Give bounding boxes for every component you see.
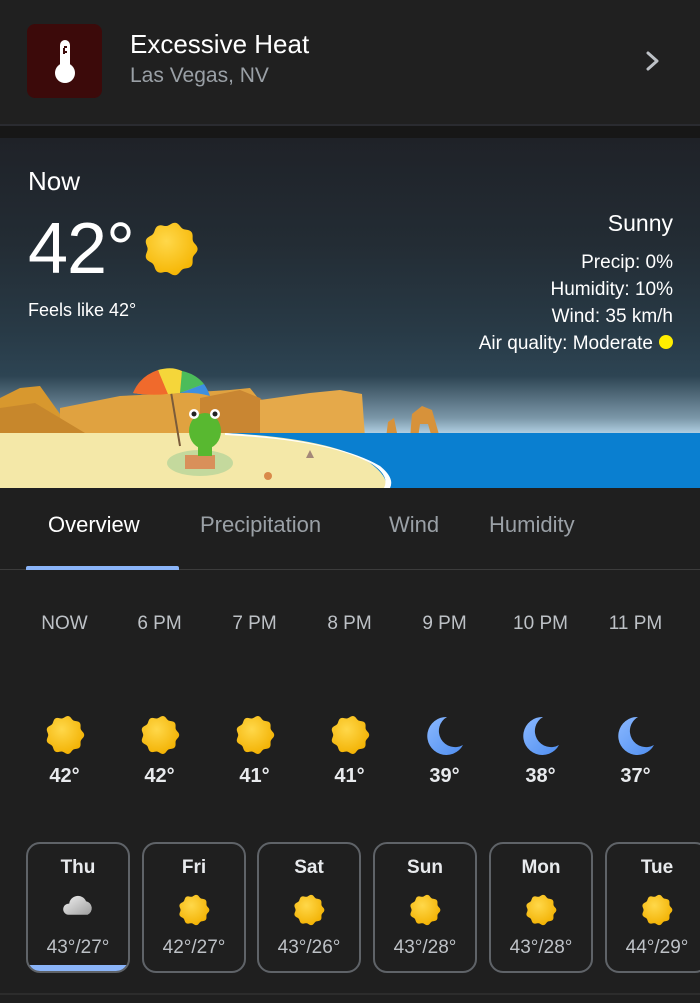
day-name: Tue bbox=[640, 857, 674, 878]
daily-card-sun[interactable]: Sun 43°/28° bbox=[373, 842, 477, 973]
humidity-stat: Humidity: 10% bbox=[550, 279, 674, 300]
day-temps: 43°/26° bbox=[277, 937, 341, 958]
sun-icon bbox=[141, 716, 179, 754]
wind-stat: Wind: 35 km/h bbox=[551, 306, 673, 327]
current-conditions: Now 42° Feels like 42° Sunny Precip: 0% … bbox=[0, 138, 700, 488]
sun-icon bbox=[145, 222, 198, 276]
sun-icon bbox=[294, 894, 325, 926]
sun-icon bbox=[526, 894, 557, 926]
day-name: Sun bbox=[407, 857, 443, 878]
day-temps: 42°/27° bbox=[162, 937, 226, 958]
precip-stat: Precip: 0% bbox=[581, 252, 673, 273]
moon-icon bbox=[522, 716, 559, 755]
section-divider bbox=[0, 124, 700, 138]
day-icon bbox=[259, 894, 359, 926]
bottom-divider bbox=[0, 993, 700, 995]
day-name: Sat bbox=[294, 857, 324, 878]
hour-icon bbox=[588, 715, 683, 755]
daily-forecast: Thu 43°/27° Fri 42°/27° Sat 43°/26° Sun … bbox=[0, 830, 700, 990]
hour-time: 10 PM bbox=[513, 613, 568, 634]
sun-icon bbox=[331, 716, 369, 754]
day-name: Mon bbox=[521, 857, 561, 878]
day-icon bbox=[491, 894, 591, 926]
feels-like: Feels like 42° bbox=[28, 300, 137, 320]
hour-icon bbox=[112, 715, 207, 755]
sun-icon bbox=[642, 894, 673, 926]
daily-card-tue[interactable]: Tue 44°/29° bbox=[605, 842, 700, 973]
beach-illustration bbox=[0, 368, 700, 488]
alert-icon-badge bbox=[27, 24, 102, 98]
hour-icon bbox=[493, 715, 588, 755]
alert-location: Las Vegas, NV bbox=[130, 64, 269, 87]
day-icon bbox=[375, 894, 475, 926]
hour-time: 6 PM bbox=[137, 613, 182, 634]
day-temps: 44°/29° bbox=[625, 937, 689, 958]
now-label: Now bbox=[28, 166, 81, 196]
moon-icon bbox=[617, 716, 654, 755]
forecast-tabs: Overview Precipitation Wind Humidity bbox=[0, 488, 700, 570]
selected-day-indicator bbox=[28, 965, 128, 971]
cloud-icon bbox=[63, 895, 92, 915]
tab-precipitation[interactable]: Precipitation bbox=[200, 512, 321, 538]
hour-time: 8 PM bbox=[327, 613, 372, 634]
thermometer-icon bbox=[55, 40, 75, 83]
hour-icon bbox=[302, 715, 397, 755]
hour-temp: 37° bbox=[620, 765, 651, 787]
hour-temp: 39° bbox=[429, 765, 460, 787]
tab-humidity[interactable]: Humidity bbox=[489, 512, 575, 538]
chevron-right-icon[interactable] bbox=[640, 46, 666, 76]
sun-icon bbox=[410, 894, 441, 926]
day-temps: 43°/28° bbox=[509, 937, 573, 958]
current-temperature: 42° bbox=[28, 209, 135, 289]
tab-wind[interactable]: Wind bbox=[389, 512, 439, 538]
sun-icon bbox=[179, 894, 210, 926]
daily-card-sat[interactable]: Sat 43°/26° bbox=[257, 842, 361, 973]
alert-title: Excessive Heat bbox=[130, 29, 310, 59]
day-temps: 43°/27° bbox=[46, 937, 110, 958]
hour-temp: 42° bbox=[49, 765, 80, 787]
hour-temp: 42° bbox=[144, 765, 175, 787]
day-name: Thu bbox=[60, 857, 96, 878]
day-icon bbox=[144, 894, 244, 926]
day-icon bbox=[28, 894, 128, 916]
hour-temp: 38° bbox=[525, 765, 556, 787]
active-tab-indicator bbox=[26, 566, 179, 570]
daily-card-thu[interactable]: Thu 43°/27° bbox=[26, 842, 130, 973]
hour-temp: 41° bbox=[334, 765, 365, 787]
moon-icon bbox=[426, 716, 463, 755]
sun-icon bbox=[46, 716, 84, 754]
hour-time: 11 PM bbox=[608, 613, 663, 634]
day-icon bbox=[607, 894, 700, 926]
weather-alert-card[interactable]: Excessive Heat Las Vegas, NV bbox=[0, 0, 700, 124]
day-name: Fri bbox=[181, 857, 207, 878]
hourly-forecast: NOW 42° 6 PM 42° 7 PM 41° 8 PM 41° 9 PM 39° 1… bbox=[0, 571, 700, 811]
daily-card-mon[interactable]: Mon 43°/28° bbox=[489, 842, 593, 973]
tab-overview[interactable]: Overview bbox=[48, 512, 140, 538]
hour-time: 9 PM bbox=[422, 613, 467, 634]
daily-card-fri[interactable]: Fri 42°/27° bbox=[142, 842, 246, 973]
hour-time: NOW bbox=[41, 613, 88, 634]
hour-time: 7 PM bbox=[232, 613, 277, 634]
hour-icon bbox=[17, 715, 112, 755]
sun-icon bbox=[236, 716, 274, 754]
hour-temp: 41° bbox=[239, 765, 270, 787]
condition-text: Sunny bbox=[607, 210, 673, 236]
day-temps: 43°/28° bbox=[393, 937, 457, 958]
hour-icon bbox=[397, 715, 492, 755]
hour-icon bbox=[207, 715, 302, 755]
